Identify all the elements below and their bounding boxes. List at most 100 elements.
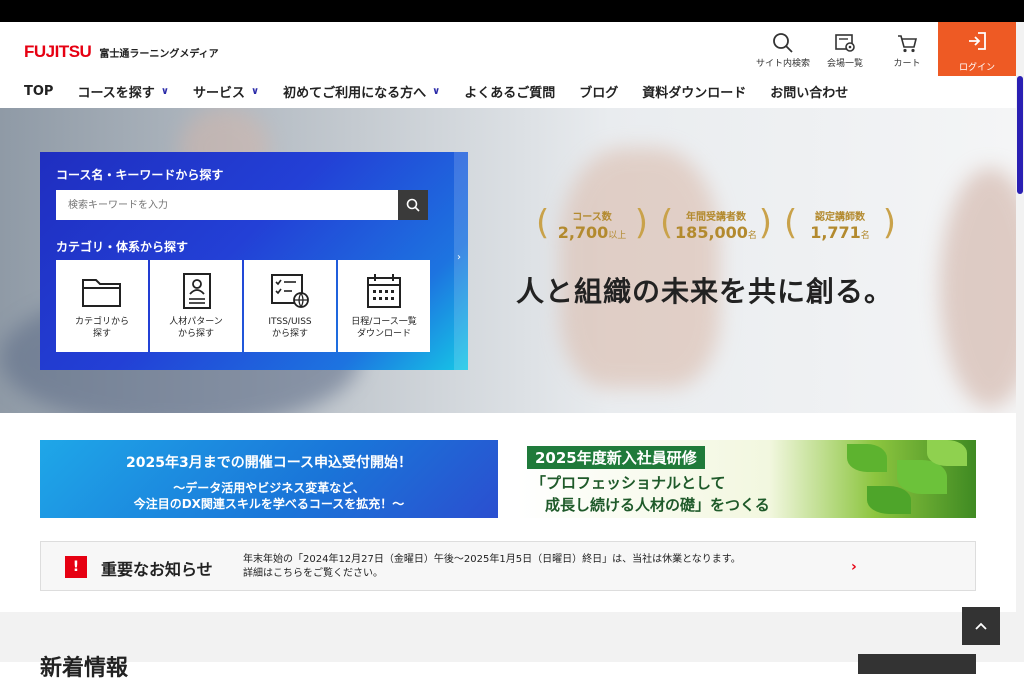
page-scrollbar[interactable] bbox=[1016, 22, 1024, 662]
hero-tagline: 人と組織の未来を共に創る。 bbox=[516, 275, 894, 308]
alert-icon: ! bbox=[65, 556, 87, 578]
stat-instructors: ( 認定講師数 1,771名 ) bbox=[778, 203, 902, 243]
banner2-line1: 「プロフェッショナルとして bbox=[531, 474, 726, 492]
window-top-bar bbox=[0, 0, 1024, 22]
back-to-top-button[interactable] bbox=[962, 607, 1000, 645]
laurel-left-icon: ( bbox=[536, 203, 550, 243]
chevron-down-icon: ∨ bbox=[432, 86, 441, 97]
chevron-down-icon: ∨ bbox=[160, 86, 169, 97]
laurel-right-icon: ) bbox=[882, 203, 896, 243]
important-notice[interactable]: ! 重要なお知らせ 年末年始の「2024年12月27日（金曜日）午後～2025年… bbox=[40, 541, 976, 591]
new-employee-training-banner[interactable]: 2025年度新入社員研修 「プロフェッショナルとして 成長し続ける人材の礎」をつ… bbox=[517, 440, 976, 518]
tile-schedule-download[interactable]: 日程/コース一覧 ダウンロード bbox=[338, 260, 430, 352]
news-heading: 新着情報 bbox=[40, 656, 129, 681]
nav-first-time-label: 初めてご利用になる方へ bbox=[283, 86, 427, 101]
panel-toggle-handle[interactable]: › bbox=[454, 152, 468, 370]
stat-students-unit: 名 bbox=[747, 231, 757, 241]
laurel-right-icon: ) bbox=[758, 203, 772, 243]
nav-download-label: 資料ダウンロード bbox=[642, 86, 747, 101]
nav-service[interactable]: サービス ∨ bbox=[193, 82, 259, 101]
stat-courses-value: 2,700 bbox=[557, 223, 609, 242]
hero-section: コース名・キーワードから探す カテゴリ・体系から探す カテゴリから 探す bbox=[0, 108, 1016, 413]
nav-blog-label: ブログ bbox=[579, 86, 619, 101]
nav-top-label: TOP bbox=[24, 84, 54, 99]
folder-icon bbox=[82, 279, 121, 307]
stat-instructors-unit: 名 bbox=[860, 231, 870, 241]
nav-download[interactable]: 資料ダウンロード bbox=[642, 82, 746, 101]
category-search-title: カテゴリ・体系から探す bbox=[56, 240, 189, 254]
tile-talent-pattern-line1: 人材パターン bbox=[169, 317, 223, 327]
search-icon bbox=[773, 33, 793, 53]
cart-label: カート bbox=[893, 59, 921, 69]
hero-photo-background bbox=[940, 168, 1016, 408]
brand-subtitle: 富士通ラーニングメディア bbox=[99, 48, 219, 60]
banner1-line2: ～データ活用やビジネス変革など、 bbox=[173, 481, 365, 495]
leaf-decoration bbox=[927, 440, 967, 466]
notice-message: 年末年始の「2024年12月27日（金曜日）午後～2025年1月5日（日曜日）終… bbox=[243, 553, 741, 581]
profile-card-icon bbox=[183, 273, 211, 309]
login-icon bbox=[969, 32, 986, 50]
login-label: ログイン bbox=[958, 63, 995, 73]
cart-button[interactable]: カート bbox=[876, 28, 938, 69]
global-nav: TOP コースを探す ∨ サービス ∨ 初めてご利用になる方へ ∨ よくあるご質問 ブ… bbox=[24, 82, 872, 101]
news-more-button[interactable] bbox=[858, 654, 976, 674]
tile-schedule-line2: ダウンロード bbox=[356, 329, 411, 339]
tile-itss-uiss[interactable]: ITSS/UISS から探す bbox=[244, 260, 336, 352]
stat-instructors-value: 1,771 bbox=[810, 223, 861, 242]
nav-faq[interactable]: よくあるご質問 bbox=[464, 82, 555, 101]
calendar-icon bbox=[367, 274, 401, 308]
tile-itss-uiss-line2: から探す bbox=[271, 329, 308, 339]
chevron-down-icon: ∨ bbox=[250, 86, 260, 97]
tile-itss-uiss-line1: ITSS/UISS bbox=[268, 317, 312, 327]
checklist-globe-icon bbox=[271, 274, 309, 309]
site-logo[interactable]: FUJITSU 富士通ラーニングメディア bbox=[24, 42, 219, 62]
nav-service-label: サービス bbox=[192, 86, 245, 101]
nav-course[interactable]: コースを探す ∨ bbox=[77, 82, 168, 101]
chevron-up-icon bbox=[975, 622, 987, 630]
notice-line1: 年末年始の「2024年12月27日（金曜日）午後～2025年1月5日（日曜日）終… bbox=[243, 554, 741, 565]
banner1-line1: 2025年3月までの開催コース申込受付開始！ bbox=[125, 455, 412, 471]
notice-line2: 詳細はこちらをご覧ください。 bbox=[243, 568, 383, 579]
tile-category-line2: 探す bbox=[92, 329, 111, 339]
stat-students-value: 185,000 bbox=[675, 223, 748, 242]
nav-course-label: コースを探す bbox=[77, 86, 155, 101]
keyword-search-input[interactable] bbox=[56, 190, 398, 220]
tile-category[interactable]: カテゴリから 探す bbox=[56, 260, 148, 352]
nav-top[interactable]: TOP bbox=[24, 82, 53, 101]
header-icons: サイト内検索 会場一覧 カート bbox=[752, 28, 938, 69]
chevron-right-icon: › bbox=[851, 559, 857, 575]
leaf-decoration bbox=[847, 444, 887, 472]
notice-title: 重要なお知らせ bbox=[101, 560, 213, 579]
site-search-button[interactable]: サイト内検索 bbox=[752, 28, 814, 69]
stat-courses: ( コース数 2,700以上 ) bbox=[530, 203, 654, 243]
stat-students: ( 年間受講者数 185,000名 ) bbox=[654, 203, 778, 243]
cart-icon bbox=[898, 35, 918, 53]
scrollbar-thumb[interactable] bbox=[1017, 76, 1023, 194]
tile-talent-pattern[interactable]: 人材パターン から探す bbox=[150, 260, 242, 352]
nav-contact[interactable]: お問い合わせ bbox=[770, 82, 848, 101]
stats-row: ( コース数 2,700以上 ) ( 年間受講者数 185,000名 ) ( 認… bbox=[530, 203, 902, 243]
hero-photo-background bbox=[560, 148, 720, 388]
laurel-left-icon: ( bbox=[660, 203, 674, 243]
keyword-search-title: コース名・キーワードから探す bbox=[56, 168, 224, 182]
venue-list-button[interactable]: 会場一覧 bbox=[814, 28, 876, 69]
site-header: FUJITSU 富士通ラーニングメディア サイト内検索 会場一覧 カート ログイ… bbox=[0, 22, 1016, 108]
nav-faq-label: よくあるご質問 bbox=[464, 86, 556, 101]
stat-courses-unit: 以上 bbox=[608, 231, 627, 241]
laurel-left-icon: ( bbox=[784, 203, 798, 243]
search-submit-button[interactable] bbox=[398, 190, 428, 220]
nav-blog[interactable]: ブログ bbox=[579, 82, 618, 101]
tile-talent-pattern-line2: から探す bbox=[177, 329, 214, 339]
login-button[interactable]: ログイン bbox=[938, 22, 1016, 76]
leaf-decoration bbox=[867, 486, 911, 514]
banner1-line3: 今注目のDX関連スキルを学べるコースを拡充！～ bbox=[133, 497, 405, 511]
nav-first-time[interactable]: 初めてご利用になる方へ ∨ bbox=[283, 82, 440, 101]
site-search-label: サイト内検索 bbox=[755, 59, 810, 69]
news-section: 新着情報 bbox=[0, 612, 1016, 681]
search-icon bbox=[406, 198, 420, 212]
course-registration-banner[interactable]: 2025年3月までの開催コース申込受付開始！ ～データ活用やビジネス変革など、 … bbox=[40, 440, 498, 518]
chevron-right-icon: › bbox=[457, 252, 461, 263]
map-pin-icon bbox=[835, 34, 855, 52]
category-tiles: カテゴリから 探す 人材パターン から探す ITSS/UISS から探す 日程/… bbox=[56, 260, 432, 352]
laurel-right-icon: ) bbox=[634, 203, 648, 243]
